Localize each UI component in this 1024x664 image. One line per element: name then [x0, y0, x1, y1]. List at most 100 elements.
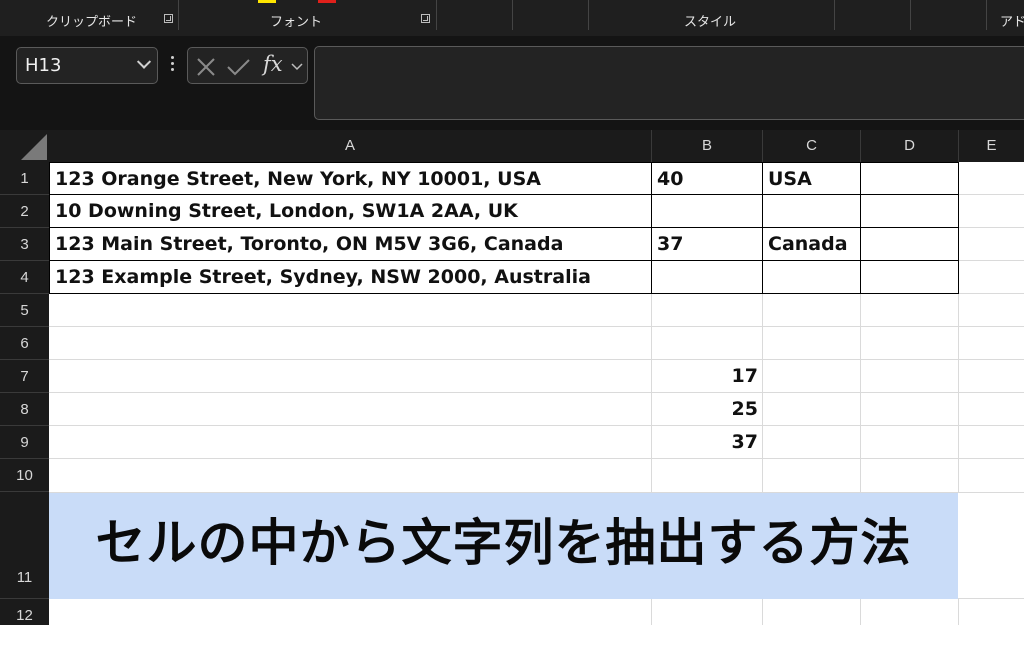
cell-d6[interactable] — [861, 327, 959, 360]
ribbon-group-addins: アド — [1000, 15, 1024, 30]
cell-c4[interactable] — [763, 261, 861, 294]
cell-e1[interactable] — [959, 162, 1024, 195]
row-header-1[interactable]: 1 — [0, 162, 49, 195]
cell-e8[interactable] — [959, 393, 1024, 426]
row-header-4[interactable]: 4 — [0, 261, 49, 294]
cell-c8[interactable] — [763, 393, 861, 426]
cell-c1[interactable]: USA — [763, 162, 861, 195]
cell-d9[interactable] — [861, 426, 959, 459]
cell-a6[interactable] — [49, 327, 652, 360]
cell-c3[interactable]: Canada — [763, 228, 861, 261]
cell-b3[interactable]: 37 — [652, 228, 763, 261]
cell-b9[interactable]: 37 — [652, 426, 763, 459]
row-header-7[interactable]: 7 — [0, 360, 49, 393]
ribbon-separator — [986, 0, 987, 30]
cell-d1[interactable] — [861, 162, 959, 195]
name-box[interactable]: H13 — [16, 47, 158, 84]
cell-e9[interactable] — [959, 426, 1024, 459]
row-header-9[interactable]: 9 — [0, 426, 49, 459]
ribbon-separator — [910, 0, 911, 30]
cell-a7[interactable] — [49, 360, 652, 393]
font-launcher-icon[interactable] — [421, 14, 430, 23]
cell-d8[interactable] — [861, 393, 959, 426]
cancel-icon — [197, 58, 215, 76]
ribbon-separator — [512, 0, 513, 30]
cell-a10[interactable] — [49, 459, 652, 493]
cell-a1[interactable]: 123 Orange Street, New York, NY 10001, U… — [49, 162, 652, 195]
row-header-3[interactable]: 3 — [0, 228, 49, 261]
select-all-corner[interactable] — [0, 130, 49, 162]
cell-d2[interactable] — [861, 195, 959, 228]
cell-c12[interactable] — [763, 599, 861, 625]
cell-a4[interactable]: 123 Example Street, Sydney, NSW 2000, Au… — [49, 261, 652, 294]
cell-a3[interactable]: 123 Main Street, Toronto, ON M5V 3G6, Ca… — [49, 228, 652, 261]
row-header-8[interactable]: 8 — [0, 393, 49, 426]
row-header-12[interactable]: 12 — [0, 599, 49, 625]
cell-d12[interactable] — [861, 599, 959, 625]
column-header-d[interactable]: D — [861, 130, 959, 162]
cell-d7[interactable] — [861, 360, 959, 393]
enter-check-icon — [227, 59, 250, 76]
cell-d3[interactable] — [861, 228, 959, 261]
cell-e12[interactable] — [959, 599, 1024, 625]
cell-b7[interactable]: 17 — [652, 360, 763, 393]
column-header-b[interactable]: B — [652, 130, 763, 162]
row-header-5[interactable]: 5 — [0, 294, 49, 327]
cell-e10[interactable] — [959, 459, 1024, 493]
cell-d10[interactable] — [861, 459, 959, 493]
cell-e5[interactable] — [959, 294, 1024, 327]
cell-a5[interactable] — [49, 294, 652, 327]
column-header-e[interactable]: E — [959, 130, 1024, 162]
cell-c9[interactable] — [763, 426, 861, 459]
cell-d4[interactable] — [861, 261, 959, 294]
insert-function-icon[interactable]: fx — [263, 52, 283, 76]
ribbon-separator — [178, 0, 179, 30]
ribbon-group-clipboard: クリップボード — [46, 15, 138, 30]
cell-b2[interactable] — [652, 195, 763, 228]
row-header-11[interactable]: 11 — [0, 492, 49, 599]
cell-c10[interactable] — [763, 459, 861, 493]
clipboard-launcher-icon[interactable] — [164, 14, 173, 23]
cell-b10[interactable] — [652, 459, 763, 493]
cell-e3[interactable] — [959, 228, 1024, 261]
cell-e11[interactable] — [958, 493, 1024, 599]
cell-b1[interactable]: 40 — [652, 162, 763, 195]
cell-c6[interactable] — [763, 327, 861, 360]
name-box-value: H13 — [25, 55, 62, 76]
more-options-icon[interactable] — [171, 56, 175, 76]
row-header-2[interactable]: 2 — [0, 195, 49, 228]
cell-d5[interactable] — [861, 294, 959, 327]
cell-e7[interactable] — [959, 360, 1024, 393]
formula-controls: fx — [187, 47, 308, 84]
ribbon-group-font: フォント — [270, 15, 323, 30]
select-all-triangle-icon — [21, 134, 47, 160]
cell-b5[interactable] — [652, 294, 763, 327]
cell-a8[interactable] — [49, 393, 652, 426]
cell-a2[interactable]: 10 Downing Street, London, SW1A 2AA, UK — [49, 195, 652, 228]
cell-c5[interactable] — [763, 294, 861, 327]
cell-b6[interactable] — [652, 327, 763, 360]
cell-e2[interactable] — [959, 195, 1024, 228]
ribbon-group-style: スタイル — [684, 15, 737, 30]
row-header-10[interactable]: 10 — [0, 459, 49, 492]
column-header-a[interactable]: A — [49, 130, 652, 162]
ribbon: クリップボード フォント スタイル アド — [0, 0, 1024, 36]
cell-b12[interactable] — [652, 599, 763, 625]
ribbon-separator — [588, 0, 589, 30]
cell-a9[interactable] — [49, 426, 652, 459]
cell-e6[interactable] — [959, 327, 1024, 360]
cell-c2[interactable] — [763, 195, 861, 228]
cell-b4[interactable] — [652, 261, 763, 294]
chevron-down-icon[interactable] — [136, 54, 152, 69]
row-header-6[interactable]: 6 — [0, 327, 49, 360]
formula-controls-icons — [197, 58, 303, 76]
cell-c7[interactable] — [763, 360, 861, 393]
font-color-swatch — [318, 0, 336, 3]
column-header-c[interactable]: C — [763, 130, 861, 162]
chevron-down-icon — [291, 63, 303, 71]
title-banner[interactable]: セルの中から文字列を抽出する方法 — [49, 493, 958, 599]
cell-b8[interactable]: 25 — [652, 393, 763, 426]
cell-e4[interactable] — [959, 261, 1024, 294]
formula-input[interactable] — [314, 46, 1024, 120]
cell-a12[interactable] — [49, 599, 652, 625]
